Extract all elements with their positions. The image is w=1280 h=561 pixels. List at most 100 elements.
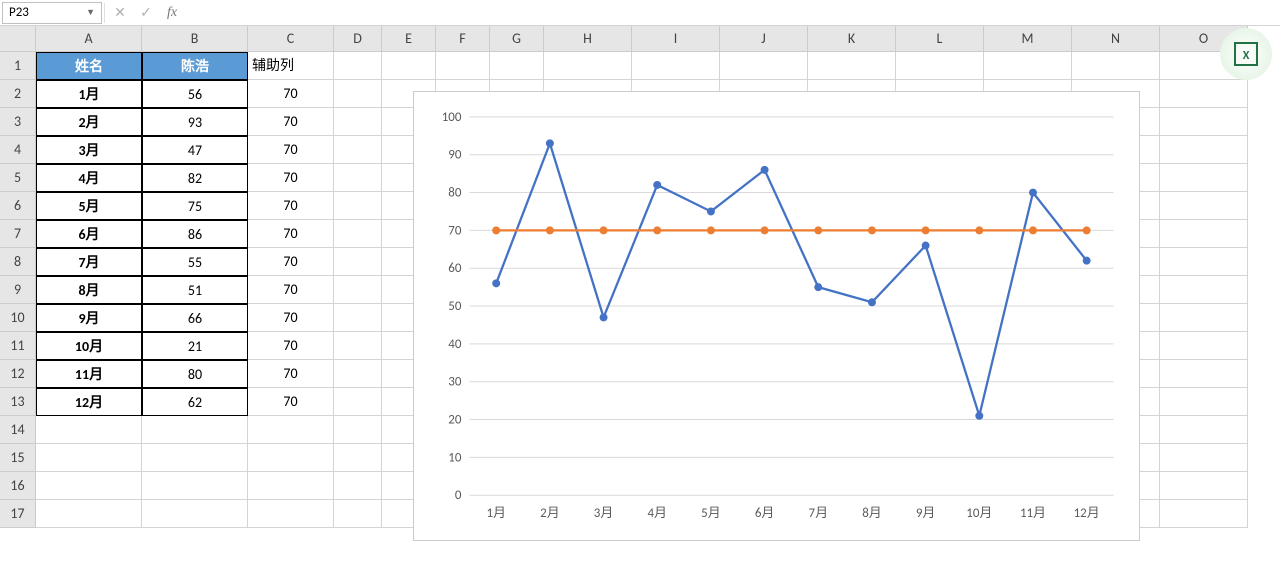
row-header-3[interactable]: 3 xyxy=(0,108,36,136)
col-header-N[interactable]: N xyxy=(1072,26,1160,52)
row-header-16[interactable]: 16 xyxy=(0,472,36,500)
cell[interactable]: 93 xyxy=(142,108,248,136)
line-chart[interactable]: 01020304050607080901001月2月3月4月5月6月7月8月9月… xyxy=(413,91,1140,541)
cell[interactable] xyxy=(334,248,382,276)
cell[interactable]: 70 xyxy=(248,220,334,248)
cell[interactable] xyxy=(1160,164,1248,192)
cell[interactable]: 55 xyxy=(142,248,248,276)
dropdown-icon[interactable]: ▼ xyxy=(86,7,95,18)
cell[interactable] xyxy=(334,416,382,444)
cell[interactable] xyxy=(36,416,142,444)
name-box[interactable]: P23 ▼ xyxy=(2,2,102,24)
col-header-G[interactable]: G xyxy=(490,26,544,52)
col-header-C[interactable]: C xyxy=(248,26,334,52)
cell[interactable]: 辅助列 xyxy=(248,52,334,80)
cell[interactable] xyxy=(334,276,382,304)
cell[interactable] xyxy=(334,304,382,332)
cell[interactable]: 70 xyxy=(248,388,334,416)
cell[interactable] xyxy=(334,164,382,192)
cell[interactable]: 66 xyxy=(142,304,248,332)
cell[interactable] xyxy=(334,500,382,528)
row-header-8[interactable]: 8 xyxy=(0,248,36,276)
row-header-5[interactable]: 5 xyxy=(0,164,36,192)
cell[interactable]: 70 xyxy=(248,332,334,360)
col-header-I[interactable]: I xyxy=(632,26,720,52)
cell[interactable] xyxy=(490,52,544,80)
cell[interactable] xyxy=(896,52,984,80)
cell[interactable] xyxy=(808,52,896,80)
cell[interactable] xyxy=(142,472,248,500)
col-header-D[interactable]: D xyxy=(334,26,382,52)
cell[interactable] xyxy=(334,472,382,500)
cell[interactable] xyxy=(436,52,490,80)
cell[interactable] xyxy=(334,80,382,108)
cell[interactable]: 4月 xyxy=(36,164,142,192)
cell[interactable]: 6月 xyxy=(36,220,142,248)
cell[interactable] xyxy=(36,472,142,500)
row-header-12[interactable]: 12 xyxy=(0,360,36,388)
cell[interactable] xyxy=(1072,52,1160,80)
row-header-17[interactable]: 17 xyxy=(0,500,36,528)
cell[interactable]: 70 xyxy=(248,164,334,192)
cell[interactable]: 3月 xyxy=(36,136,142,164)
select-all-corner[interactable] xyxy=(0,26,36,52)
row-header-10[interactable]: 10 xyxy=(0,304,36,332)
cell[interactable] xyxy=(1160,80,1248,108)
cell[interactable] xyxy=(1160,332,1248,360)
cell[interactable]: 70 xyxy=(248,276,334,304)
cell[interactable] xyxy=(334,220,382,248)
col-header-J[interactable]: J xyxy=(720,26,808,52)
cell[interactable] xyxy=(142,416,248,444)
cell[interactable]: 10月 xyxy=(36,332,142,360)
cell[interactable]: 86 xyxy=(142,220,248,248)
col-header-B[interactable]: B xyxy=(142,26,248,52)
cell[interactable]: 7月 xyxy=(36,248,142,276)
cell[interactable] xyxy=(36,444,142,472)
cell[interactable]: 70 xyxy=(248,192,334,220)
cell[interactable]: 75 xyxy=(142,192,248,220)
cell[interactable] xyxy=(334,192,382,220)
row-header-11[interactable]: 11 xyxy=(0,332,36,360)
row-header-13[interactable]: 13 xyxy=(0,388,36,416)
row-header-2[interactable]: 2 xyxy=(0,80,36,108)
col-header-H[interactable]: H xyxy=(544,26,632,52)
cell[interactable]: 1月 xyxy=(36,80,142,108)
cell[interactable]: 70 xyxy=(248,136,334,164)
cell[interactable] xyxy=(248,500,334,528)
cell[interactable] xyxy=(632,52,720,80)
cell[interactable] xyxy=(1160,472,1248,500)
enter-icon[interactable]: ✓ xyxy=(133,2,159,24)
cell[interactable]: 2月 xyxy=(36,108,142,136)
cell[interactable] xyxy=(1160,248,1248,276)
cell[interactable] xyxy=(334,108,382,136)
cell[interactable]: 70 xyxy=(248,360,334,388)
cell[interactable]: 70 xyxy=(248,108,334,136)
col-header-M[interactable]: M xyxy=(984,26,1072,52)
row-header-9[interactable]: 9 xyxy=(0,276,36,304)
cell[interactable] xyxy=(334,52,382,80)
row-header-7[interactable]: 7 xyxy=(0,220,36,248)
cell[interactable]: 9月 xyxy=(36,304,142,332)
cell[interactable]: 70 xyxy=(248,248,334,276)
cell[interactable] xyxy=(142,444,248,472)
row-header-4[interactable]: 4 xyxy=(0,136,36,164)
cell[interactable] xyxy=(334,136,382,164)
row-header-15[interactable]: 15 xyxy=(0,444,36,472)
cell[interactable] xyxy=(334,444,382,472)
row-header-14[interactable]: 14 xyxy=(0,416,36,444)
cell[interactable]: 8月 xyxy=(36,276,142,304)
row-header-1[interactable]: 1 xyxy=(0,52,36,80)
cell[interactable] xyxy=(334,360,382,388)
cell[interactable]: 陈浩 xyxy=(142,52,248,80)
cell[interactable]: 11月 xyxy=(36,360,142,388)
cell[interactable] xyxy=(1160,220,1248,248)
cell[interactable]: 47 xyxy=(142,136,248,164)
cell[interactable]: 82 xyxy=(142,164,248,192)
cell[interactable] xyxy=(1160,444,1248,472)
col-header-L[interactable]: L xyxy=(896,26,984,52)
col-header-A[interactable]: A xyxy=(36,26,142,52)
cell[interactable]: 80 xyxy=(142,360,248,388)
cell[interactable] xyxy=(36,500,142,528)
cell[interactable]: 62 xyxy=(142,388,248,416)
cell[interactable]: 70 xyxy=(248,304,334,332)
